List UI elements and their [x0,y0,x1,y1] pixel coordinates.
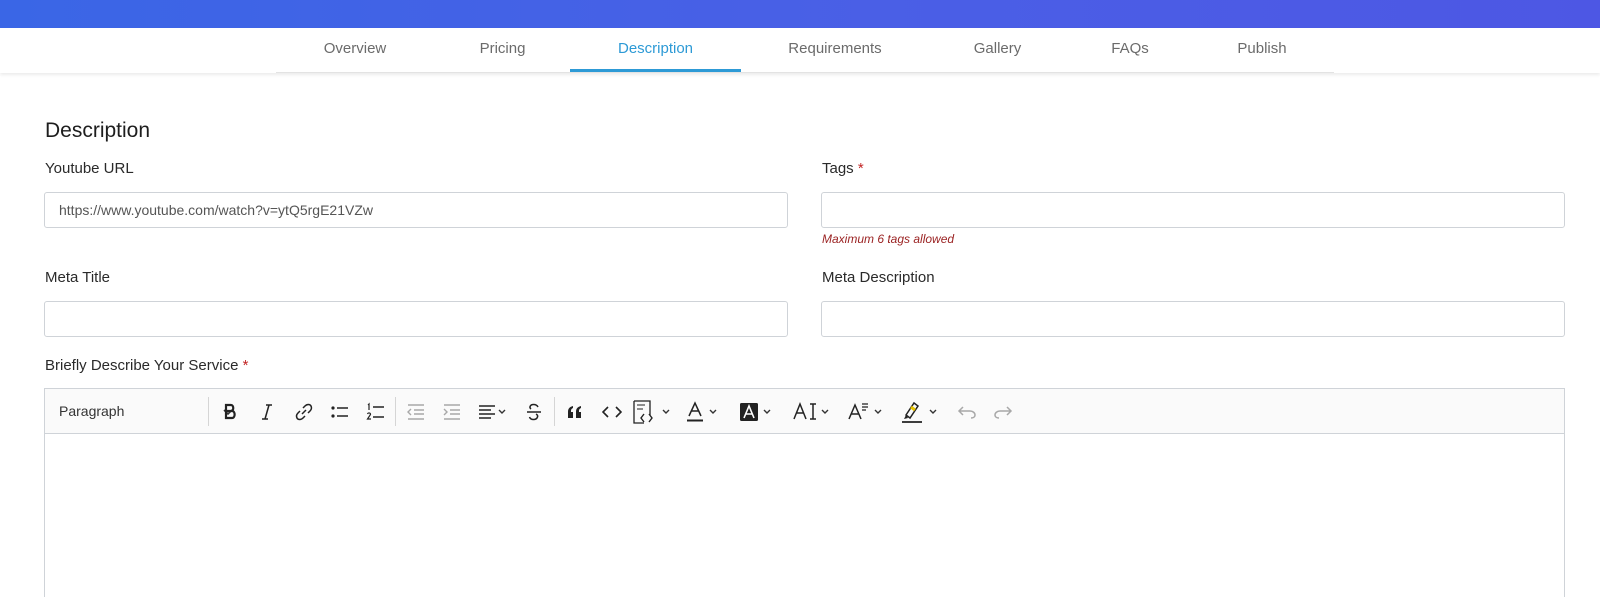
youtube-url-input[interactable] [44,192,788,228]
tags-input[interactable] [821,192,1565,228]
code-icon[interactable] [595,389,629,434]
paragraph-dropdown-label: Paragraph [59,403,125,419]
tab-publish[interactable]: Publish [1212,28,1312,73]
step-tabs: Overview Pricing Description Requirement… [0,28,1600,73]
section-title: Description [45,119,151,142]
top-banner [0,0,1600,28]
highlight-icon[interactable] [897,389,947,434]
indent-icon[interactable] [435,389,469,434]
bulleted-list-icon[interactable] [323,389,357,434]
font-family-icon[interactable] [843,389,893,434]
font-color-icon[interactable] [681,389,727,434]
font-size-icon[interactable] [789,389,839,434]
tab-overview[interactable]: Overview [300,28,410,73]
tab-requirements[interactable]: Requirements [765,28,905,73]
rich-text-editor: Paragraph [44,388,1565,597]
meta-description-input[interactable] [821,301,1565,337]
tags-label-text: Tags [822,160,854,177]
tab-gallery[interactable]: Gallery [945,28,1050,73]
youtube-url-label: Youtube URL [45,160,134,177]
meta-title-label: Meta Title [45,269,111,286]
link-icon[interactable] [287,389,321,434]
tab-pricing[interactable]: Pricing [450,28,555,73]
editor-toolbar: Paragraph [45,389,1564,434]
toolbar-separator [554,397,555,426]
meta-title-input[interactable] [44,301,788,337]
align-icon[interactable] [472,389,514,434]
describe-service-label: Briefly Describe Your Service * [45,357,248,374]
blockquote-icon[interactable] [558,389,592,434]
toolbar-separator [208,397,209,426]
code-block-icon[interactable] [631,389,677,434]
strikethrough-icon[interactable] [517,389,551,434]
active-tab-indicator [570,69,741,72]
meta-description-label: Meta Description [822,269,935,286]
bold-icon[interactable] [213,389,247,434]
describe-service-label-text: Briefly Describe Your Service [45,357,239,374]
paragraph-dropdown[interactable]: Paragraph [59,389,124,434]
required-mark: * [242,357,249,374]
italic-icon[interactable] [250,389,284,434]
tab-description[interactable]: Description [570,28,741,73]
tags-label: Tags * [822,160,864,177]
outdent-icon[interactable] [399,389,433,434]
font-background-icon[interactable] [735,389,781,434]
tags-hint: Maximum 6 tags allowed [822,232,955,246]
numbered-list-icon[interactable] [359,389,393,434]
undo-icon[interactable] [950,389,984,434]
redo-icon[interactable] [986,389,1020,434]
tab-faqs[interactable]: FAQs [1080,28,1180,73]
required-mark: * [857,160,864,177]
editor-content-area[interactable] [45,434,1564,597]
toolbar-separator [395,397,396,426]
